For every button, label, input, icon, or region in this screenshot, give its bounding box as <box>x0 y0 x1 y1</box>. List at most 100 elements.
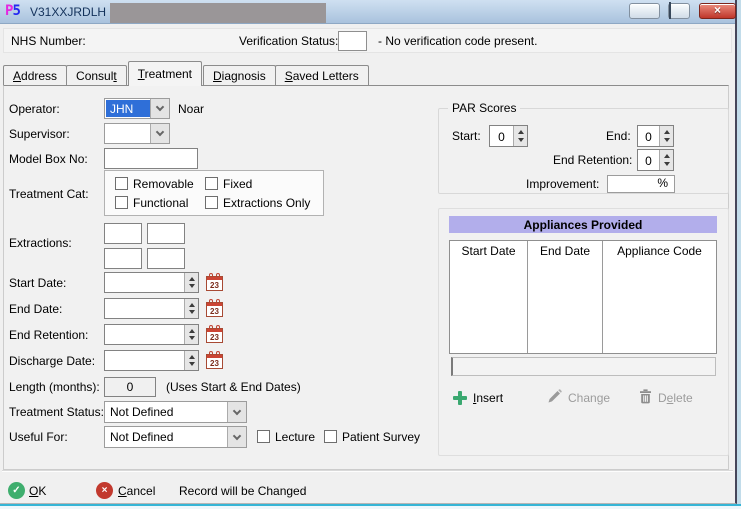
spin-up-icon <box>189 329 195 333</box>
discharge-date-calendar-icon[interactable]: 23 <box>206 351 223 369</box>
lecture-checkbox[interactable] <box>257 430 270 443</box>
end-date-label: End Date: <box>9 302 62 316</box>
lecture-label: Lecture <box>275 430 315 444</box>
spin-up-icon <box>189 303 195 307</box>
discharge-date-spinner[interactable] <box>184 351 198 370</box>
end-retention-date-label: End Retention: <box>9 328 88 342</box>
column-header-appliance-code: Appliance Code <box>602 241 716 353</box>
operator-value: JHN <box>106 100 150 117</box>
insert-button[interactable]: Insert <box>453 389 503 407</box>
operator-label: Operator: <box>9 102 60 116</box>
nhs-number-label: NHS Number: <box>11 34 86 48</box>
cancel-icon: × <box>96 482 113 499</box>
treatment-status-value: Not Defined <box>106 403 227 421</box>
extraction-input-2[interactable] <box>147 223 185 244</box>
operator-combo[interactable]: JHN <box>104 98 170 119</box>
ok-button[interactable]: OK <box>29 484 46 498</box>
extractions-label: Extractions: <box>9 236 72 250</box>
par-start-input[interactable]: 0 <box>489 125 528 147</box>
supervisor-value <box>106 125 150 142</box>
extraction-input-4[interactable] <box>147 248 185 269</box>
operator-dropdown-button[interactable] <box>150 99 169 118</box>
useful-for-value: Not Defined <box>106 428 227 446</box>
start-date-spinner[interactable] <box>184 273 198 292</box>
restore-icon <box>669 2 671 19</box>
appliances-scroll-strip[interactable] <box>451 357 716 376</box>
titlebar[interactable]: P5 V31XXJRDLH : Ke × <box>0 0 735 24</box>
column-header-start-date: Start Date <box>450 241 527 353</box>
treatment-cat-label: Treatment Cat: <box>9 187 89 201</box>
start-date-label: Start Date: <box>9 276 66 290</box>
extraction-input-3[interactable] <box>104 248 142 269</box>
par-end-spinner[interactable] <box>659 126 673 146</box>
end-date-input[interactable] <box>104 298 199 319</box>
fixed-label: Fixed <box>223 177 252 191</box>
end-date-calendar-icon[interactable]: 23 <box>206 299 223 317</box>
delete-button[interactable]: Delete <box>639 389 693 407</box>
spin-up-icon <box>664 130 670 134</box>
minimize-button[interactable] <box>629 3 660 19</box>
end-date-spinner[interactable] <box>184 299 198 318</box>
patient-survey-checkbox[interactable] <box>324 430 337 443</box>
end-retention-calendar-icon[interactable]: 23 <box>206 325 223 343</box>
par-end-retention-input[interactable]: 0 <box>637 149 674 171</box>
par-improvement-input[interactable]: % <box>607 175 675 193</box>
discharge-date-input[interactable] <box>104 350 199 371</box>
tab-saved-letters[interactable]: Saved Letters <box>275 65 369 86</box>
tab-treatment[interactable]: Treatment <box>128 61 202 86</box>
supervisor-combo[interactable] <box>104 123 170 144</box>
plus-icon <box>453 391 467 405</box>
par-end-input[interactable]: 0 <box>637 125 674 147</box>
removable-checkbox[interactable] <box>115 177 128 190</box>
tab-consult[interactable]: Consult <box>66 65 127 86</box>
par-start-spinner[interactable] <box>513 126 527 146</box>
spin-up-icon <box>189 277 195 281</box>
extraction-input-1[interactable] <box>104 223 142 244</box>
removable-label: Removable <box>133 177 194 191</box>
useful-for-dropdown-button[interactable] <box>227 427 246 447</box>
extractions-only-label: Extractions Only <box>223 196 310 210</box>
spin-down-icon <box>518 138 524 142</box>
extractions-only-checkbox[interactable] <box>205 196 218 209</box>
supervisor-dropdown-button[interactable] <box>150 124 169 143</box>
cancel-button[interactable]: Cancel <box>118 484 155 498</box>
functional-label: Functional <box>133 196 188 210</box>
discharge-date-label: Discharge Date: <box>9 354 95 368</box>
par-end-label: End: <box>606 129 631 143</box>
treatment-tab-page: Operator: JHN Noar Supervisor: Model Box… <box>3 85 729 470</box>
useful-for-combo[interactable]: Not Defined <box>104 426 247 448</box>
spin-up-icon <box>664 154 670 158</box>
treatment-status-dropdown-button[interactable] <box>227 402 246 422</box>
tab-address[interactable]: Address <box>3 65 67 86</box>
spin-down-icon <box>189 362 195 366</box>
start-date-input[interactable] <box>104 272 199 293</box>
treatment-status-combo[interactable]: Not Defined <box>104 401 247 423</box>
footer-separator <box>2 470 733 472</box>
change-button[interactable]: Change <box>547 389 610 407</box>
par-start-label: Start: <box>452 129 481 143</box>
par-end-retention-spinner[interactable] <box>659 150 673 170</box>
redacted-patient-name <box>110 3 326 23</box>
pencil-icon <box>547 389 562 407</box>
verification-note: - No verification code present. <box>378 34 537 48</box>
fixed-checkbox[interactable] <box>205 177 218 190</box>
end-retention-date-spinner[interactable] <box>184 325 198 344</box>
tab-diagnosis[interactable]: Diagnosis <box>203 65 276 86</box>
start-date-calendar-icon[interactable]: 23 <box>206 273 223 291</box>
model-box-label: Model Box No: <box>9 152 88 166</box>
column-header-end-date: End Date <box>527 241 602 353</box>
length-months-label: Length (months): <box>9 380 100 394</box>
par-scores-title: PAR Scores <box>448 101 520 115</box>
model-box-input[interactable] <box>104 148 198 169</box>
spin-down-icon <box>189 336 195 340</box>
functional-checkbox[interactable] <box>115 196 128 209</box>
trash-icon <box>639 389 652 407</box>
par-end-retention-label: End Retention: <box>553 153 632 167</box>
restore-button[interactable] <box>668 3 690 19</box>
appliances-list[interactable]: Start Date End Date Appliance Code <box>449 240 717 354</box>
supervisor-label: Supervisor: <box>9 127 70 141</box>
close-button[interactable]: × <box>699 3 736 19</box>
end-retention-date-input[interactable] <box>104 324 199 345</box>
length-months-value <box>104 377 156 397</box>
app-logo-icon: P5 <box>5 3 20 19</box>
